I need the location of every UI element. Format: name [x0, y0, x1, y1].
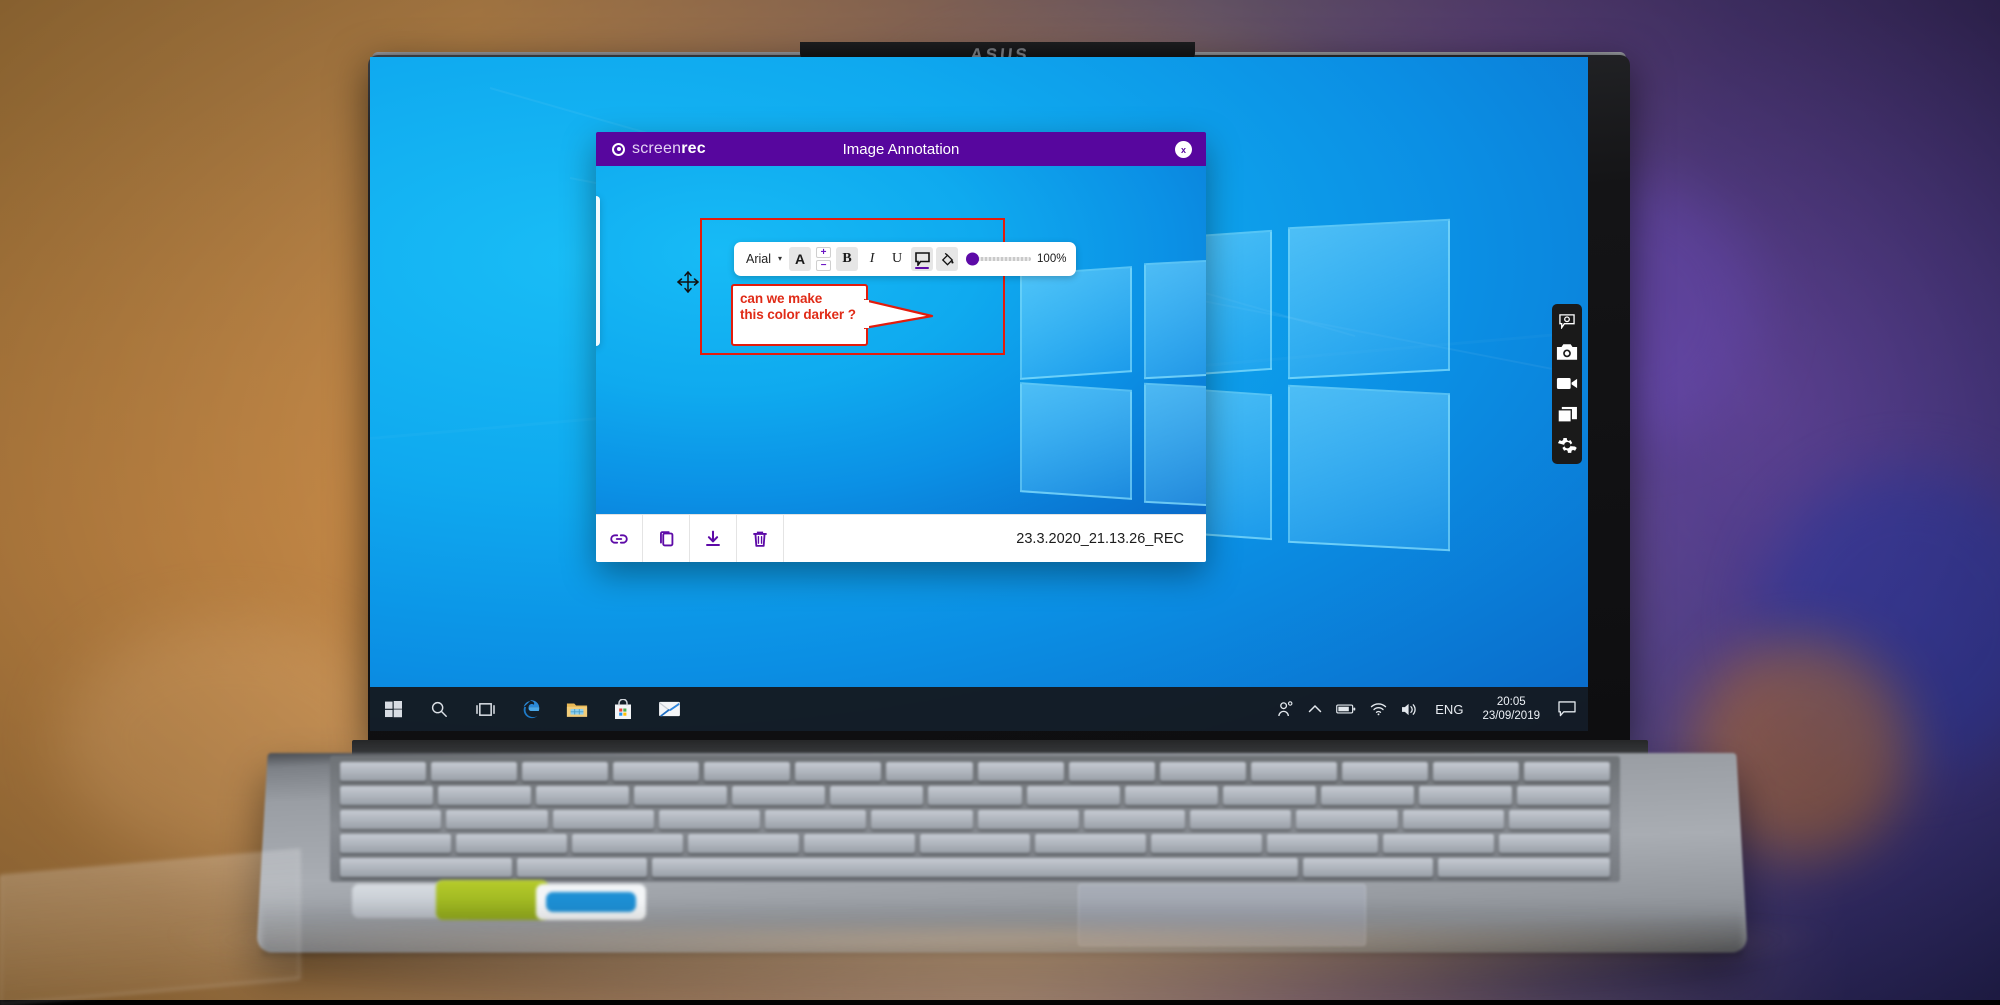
screenrec-dock	[1552, 304, 1582, 464]
laptop-keyboard	[330, 756, 1620, 882]
font-family-value: Arial	[746, 252, 771, 266]
copy-link-button[interactable]	[596, 515, 643, 562]
opacity-control: 100%	[969, 253, 1066, 265]
clock[interactable]: 20:05 23/09/2019	[1472, 695, 1550, 723]
gallery-button[interactable]	[1555, 403, 1579, 425]
callout-annotation[interactable]: can we make this color darker ?	[731, 284, 868, 346]
opacity-slider-knob[interactable]	[966, 253, 979, 266]
mail-envelope-icon	[658, 700, 681, 718]
decrease-font-size-button[interactable]: −	[816, 260, 831, 271]
text-color-button[interactable]: A	[789, 247, 811, 271]
delete-button[interactable]	[737, 515, 784, 562]
screenrec-logo-icon	[612, 143, 625, 156]
file-explorer-button[interactable]	[554, 687, 600, 731]
screenrec-image-annotation-window: screenrec Image Annotation x	[596, 132, 1206, 562]
trash-icon	[749, 528, 771, 550]
window-titlebar[interactable]: screenrec Image Annotation x	[596, 132, 1206, 166]
callout-text[interactable]: can we make this color darker ?	[740, 291, 862, 323]
chevron-down-icon: ▾	[778, 255, 782, 263]
windows-logo-icon	[385, 701, 402, 718]
settings-button[interactable]	[1555, 434, 1579, 456]
people-icon[interactable]	[1270, 687, 1301, 731]
increase-font-size-button[interactable]: +	[816, 247, 831, 258]
brand-wordmark: screenrec	[632, 140, 706, 158]
battery-icon[interactable]	[1329, 687, 1363, 731]
paint-bucket-icon	[940, 252, 955, 267]
video-camera-icon	[1556, 376, 1578, 391]
windows-stack-icon	[1557, 406, 1578, 423]
task-view-icon	[476, 701, 495, 718]
system-tray: ENG 20:05 23/09/2019	[1270, 687, 1588, 731]
taskbar-pinned-items	[370, 687, 692, 731]
screenrec-logo-icon[interactable]	[1555, 310, 1579, 332]
screenrec-brand: screenrec	[596, 140, 706, 158]
close-icon[interactable]: x	[1175, 141, 1192, 158]
volume-icon[interactable]	[1394, 687, 1426, 731]
action-center-icon[interactable]	[1550, 687, 1584, 731]
task-view-button[interactable]	[462, 687, 508, 731]
bold-button[interactable]: B	[836, 247, 858, 271]
copy-icon	[655, 528, 677, 550]
taskbar-spacer	[692, 687, 1270, 731]
fill-color-button[interactable]	[936, 247, 958, 271]
font-family-select[interactable]: Arial ▾	[744, 252, 786, 266]
link-icon	[608, 528, 630, 550]
store-bag-icon	[613, 699, 633, 720]
brand-rec-text: rec	[681, 140, 706, 157]
callout-shape-button[interactable]	[911, 247, 933, 271]
store-button[interactable]	[600, 687, 646, 731]
record-video-button[interactable]	[1555, 372, 1579, 394]
download-icon	[702, 528, 724, 550]
camera-icon	[1556, 343, 1578, 361]
wifi-icon[interactable]	[1363, 687, 1394, 731]
annotation-canvas[interactable]: A	[596, 166, 1206, 514]
windows-taskbar: ENG 20:05 23/09/2019	[370, 687, 1588, 731]
move-4-way-icon[interactable]	[675, 269, 701, 295]
window-action-bar: 23.3.2020_21.13.26_REC	[596, 514, 1206, 562]
search-button[interactable]	[416, 687, 462, 731]
chevron-up-icon[interactable]	[1301, 687, 1329, 731]
canvas-windows-logo	[1016, 256, 1206, 506]
text-format-toolbar: Arial ▾ A + − B I U	[734, 242, 1076, 276]
edge-icon	[520, 698, 542, 720]
font-size-stepper: + −	[816, 247, 831, 271]
download-button[interactable]	[690, 515, 737, 562]
gear-icon	[1557, 435, 1577, 455]
desk-glow	[150, 930, 1850, 1000]
copy-button[interactable]	[643, 515, 690, 562]
language-indicator[interactable]: ENG	[1426, 687, 1472, 731]
clock-time: 20:05	[1482, 695, 1540, 709]
brand-screen-text: screen	[632, 140, 681, 157]
callout-shape-icon	[915, 252, 930, 266]
callout-tail	[864, 298, 934, 332]
italic-button[interactable]: I	[861, 247, 883, 271]
edge-button[interactable]	[508, 687, 554, 731]
mail-button[interactable]	[646, 687, 692, 731]
laptop-screen: screenrec Image Annotation x	[370, 57, 1588, 731]
filename-area: 23.3.2020_21.13.26_REC	[784, 515, 1206, 562]
asus-laptop: ASUS screenrec Image Annotatio	[0, 0, 2000, 1000]
annotation-tool-strip: A	[596, 196, 600, 346]
opacity-value: 100%	[1037, 253, 1066, 265]
recording-filename: 23.3.2020_21.13.26_REC	[1016, 531, 1184, 547]
start-button[interactable]	[370, 687, 416, 731]
search-icon	[430, 700, 448, 718]
clock-date: 23/09/2019	[1482, 709, 1540, 723]
opacity-slider[interactable]	[969, 257, 1031, 261]
screenshot-button[interactable]	[1555, 341, 1579, 363]
underline-button[interactable]: U	[886, 247, 908, 271]
folder-icon	[566, 700, 588, 719]
